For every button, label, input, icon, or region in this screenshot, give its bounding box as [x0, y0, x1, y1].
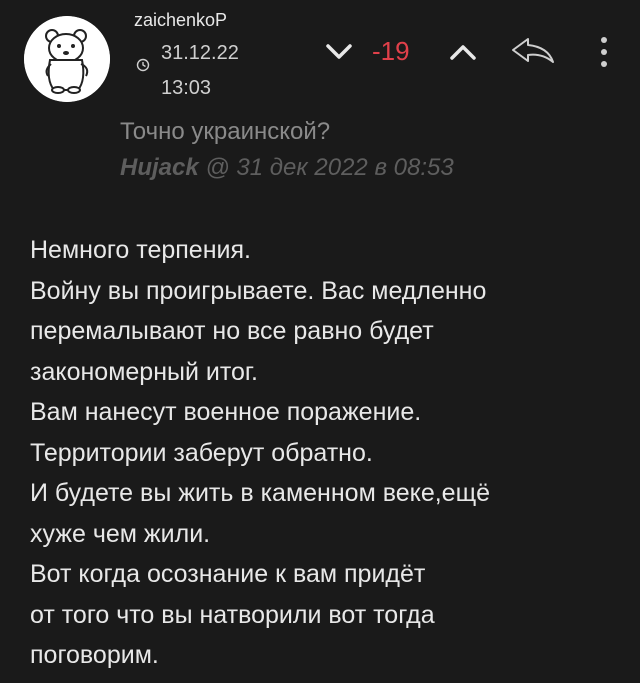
body-line: перемалывают но все равно будет [30, 317, 434, 345]
quote-meta: Hujack @ 31 дек 2022 в 08:53 [120, 150, 620, 186]
comment-time: 13:03 [161, 77, 212, 99]
quote-author[interactable]: Hujack [120, 154, 199, 181]
body-line: Вам нанесут военное поражение. [30, 398, 422, 426]
body-line: поговорим. [30, 641, 159, 669]
polar-bear-avatar-icon [24, 16, 110, 102]
body-line: хуже чем жили. [30, 519, 211, 548]
quote-text: Точно украинской? [120, 118, 331, 145]
body-line: Войну вы проигрываете. Вас медленно [30, 276, 487, 305]
reply-arrow-icon[interactable] [510, 36, 556, 66]
chevron-up-icon[interactable] [449, 42, 477, 62]
comment-date: 31.12.22 [161, 42, 239, 64]
clock-icon [136, 58, 150, 72]
comment-header: zaichenkoP 31.12.22 13:03 -19 [0, 0, 640, 110]
quoted-comment[interactable]: Точно украинской? Hujack @ 31 дек 2022 в… [120, 114, 620, 186]
body-line: Вот когда осознание к вам придёт [30, 560, 426, 588]
chevron-down-icon[interactable] [325, 42, 353, 62]
body-line: закономерный итог. [30, 357, 258, 386]
quote-date: @ 31 дек 2022 в 08:53 [198, 154, 454, 181]
username[interactable]: zaichenkoP [134, 10, 227, 31]
body-line: Немного терпения. [30, 236, 251, 264]
comment-body: Немного терпения. Войну вы проигрываете.… [30, 230, 630, 676]
more-vertical-icon[interactable] [598, 36, 610, 68]
comment-score: -19 [372, 36, 410, 66]
avatar[interactable] [24, 16, 110, 102]
body-line: Территории заберут обратно. [30, 438, 373, 467]
body-line: от того что вы натворили вот тогда [30, 600, 435, 629]
body-line: И будете вы жить в каменном веке,ещё [30, 479, 491, 507]
